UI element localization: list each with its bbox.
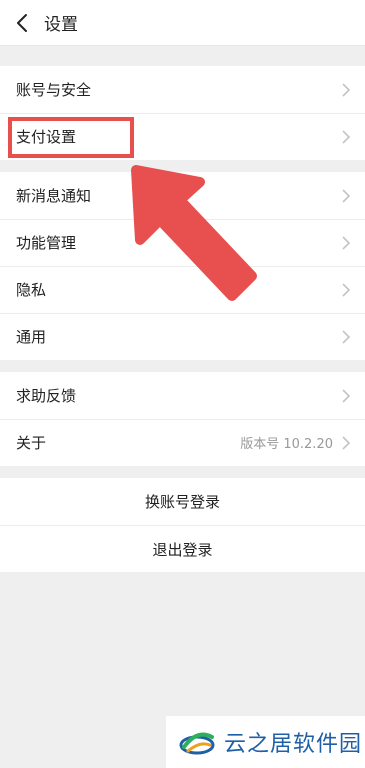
general-group: 新消息通知 功能管理 隐私 通用	[0, 172, 365, 360]
settings-item-label: 求助反馈	[16, 387, 77, 405]
settings-item-feedback[interactable]: 求助反馈	[0, 372, 365, 419]
settings-item-label: 功能管理	[16, 234, 77, 252]
settings-item-label: 通用	[16, 328, 47, 346]
logo-icon	[179, 732, 215, 755]
chevron-right-icon	[342, 388, 351, 403]
header-bar: 设置	[0, 0, 365, 46]
settings-item-label: 新消息通知	[16, 187, 92, 205]
back-button[interactable]	[0, 0, 44, 46]
switch-account-button[interactable]: 换账号登录	[0, 478, 365, 525]
settings-item-privacy[interactable]: 隐私	[0, 266, 365, 313]
settings-item-account-security[interactable]: 账号与安全	[0, 66, 365, 113]
chevron-right-icon	[342, 282, 351, 297]
actions-group: 换账号登录 退出登录	[0, 478, 365, 572]
chevron-right-icon	[342, 329, 351, 344]
settings-item-label: 账号与安全	[16, 81, 92, 99]
watermark-text: 云之居软件园	[224, 732, 363, 757]
help-group: 求助反馈 关于 版本号 10.2.20	[0, 372, 365, 466]
settings-item-general[interactable]: 通用	[0, 313, 365, 360]
settings-item-about[interactable]: 关于 版本号 10.2.20	[0, 419, 365, 466]
logout-button[interactable]: 退出登录	[0, 525, 365, 572]
chevron-right-icon	[342, 435, 351, 450]
chevron-right-icon	[342, 188, 351, 203]
settings-item-features[interactable]: 功能管理	[0, 219, 365, 266]
page-title: 设置	[44, 15, 78, 35]
chevron-right-icon	[342, 235, 351, 250]
watermark: 云之居软件园	[166, 716, 365, 768]
back-arrow-icon	[17, 13, 27, 32]
settings-item-payment[interactable]: 支付设置	[0, 113, 365, 160]
settings-item-label: 隐私	[16, 281, 47, 299]
chevron-right-icon	[342, 129, 351, 144]
chevron-right-icon	[342, 82, 351, 97]
account-group: 账号与安全 支付设置	[0, 66, 365, 160]
version-text: 版本号 10.2.20	[240, 437, 333, 452]
settings-item-notifications[interactable]: 新消息通知	[0, 172, 365, 219]
settings-item-label: 支付设置	[16, 128, 77, 146]
settings-item-label: 关于	[16, 434, 47, 452]
